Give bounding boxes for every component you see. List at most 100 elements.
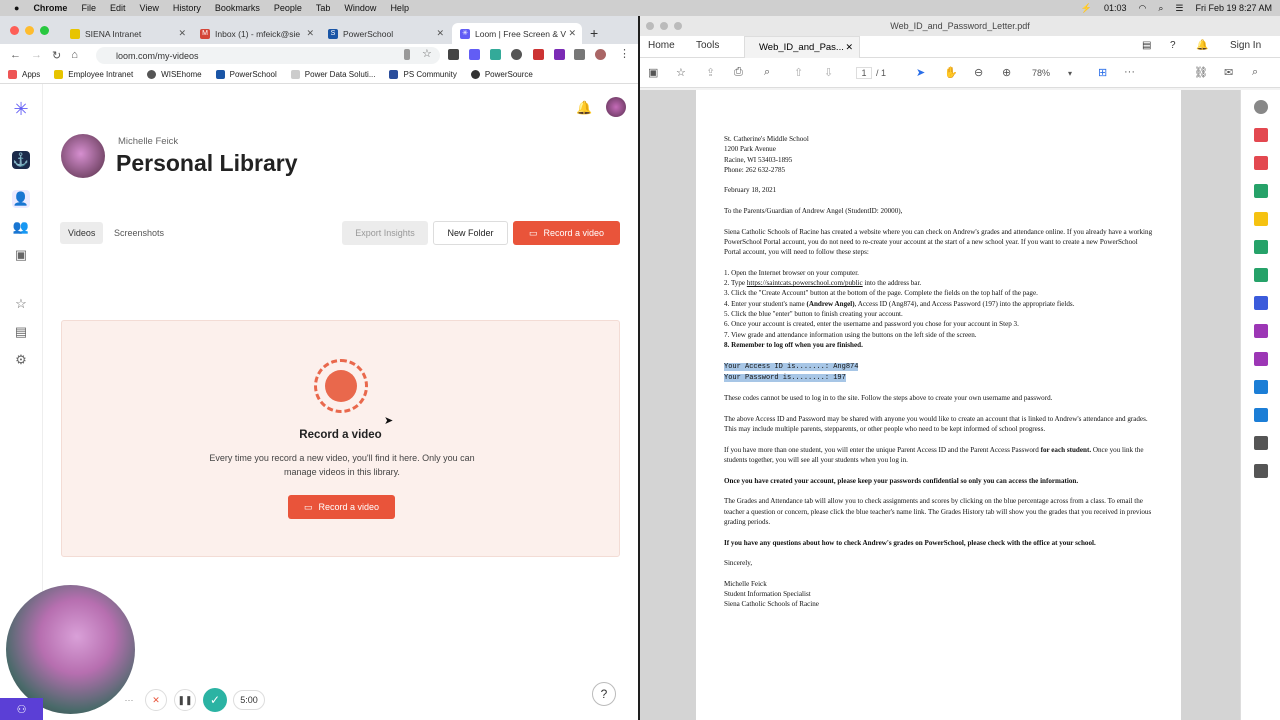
- menubar-datetime[interactable]: Fri Feb 19 8:27 AM: [1195, 3, 1272, 13]
- apple-icon[interactable]: ●: [14, 3, 19, 13]
- home-icon[interactable]: ⌂: [71, 49, 78, 61]
- export-insights-button[interactable]: Export Insights: [342, 221, 428, 245]
- menu-history[interactable]: History: [173, 3, 201, 13]
- workspace-icon[interactable]: ⚓: [12, 151, 30, 169]
- spaces-icon[interactable]: ▣: [12, 246, 30, 264]
- profile-avatar[interactable]: [595, 49, 606, 60]
- new-tab-icon[interactable]: +: [590, 25, 598, 41]
- help-icon[interactable]: ?: [1170, 40, 1176, 51]
- link-icon[interactable]: ⛓: [1194, 66, 1208, 79]
- request-signature-icon[interactable]: [1254, 352, 1268, 366]
- back-icon[interactable]: ←: [10, 49, 21, 61]
- minimize-window-button[interactable]: [660, 22, 668, 30]
- tab-home[interactable]: Home: [648, 40, 675, 51]
- more-tools-icon[interactable]: ···: [1124, 66, 1135, 78]
- close-window-button[interactable]: [646, 22, 654, 30]
- search-icon[interactable]: [1254, 100, 1268, 114]
- powerschool-link[interactable]: https://saintcats.powerschool.com/public: [747, 279, 863, 287]
- reload-icon[interactable]: ↻: [52, 49, 61, 62]
- close-tab-icon[interactable]: ✕: [178, 28, 186, 39]
- bookmark-ps-community[interactable]: PS Community: [389, 70, 457, 79]
- more-options-icon[interactable]: ···: [120, 690, 138, 710]
- extension-icon[interactable]: [511, 49, 522, 60]
- menu-bookmarks[interactable]: Bookmarks: [215, 3, 260, 13]
- pause-icon[interactable]: ❚❚: [174, 689, 196, 711]
- forward-icon[interactable]: →: [31, 49, 42, 61]
- menu-tab[interactable]: Tab: [316, 3, 331, 13]
- zoom-in-icon[interactable]: ⊕: [1002, 66, 1011, 79]
- create-pdf-icon[interactable]: [1254, 156, 1268, 170]
- notifications-icon[interactable]: 🔔: [1196, 40, 1208, 51]
- team-icon[interactable]: 👥: [12, 218, 30, 236]
- bookmark-employee-intranet[interactable]: Employee Intranet: [54, 70, 133, 79]
- close-window-button[interactable]: [10, 26, 19, 35]
- previous-page-icon[interactable]: ⇧: [794, 66, 803, 79]
- tab-screenshots[interactable]: Screenshots: [106, 222, 172, 244]
- zoom-search-icon[interactable]: ⌕: [764, 66, 770, 79]
- wifi-icon[interactable]: ◠: [1138, 3, 1146, 14]
- menu-edit[interactable]: Edit: [110, 3, 126, 13]
- personal-library-icon[interactable]: 👤: [12, 190, 30, 208]
- menu-view[interactable]: View: [139, 3, 158, 13]
- maximize-window-button[interactable]: [40, 26, 49, 35]
- close-tab-icon[interactable]: ✕: [568, 28, 576, 39]
- empty-record-button[interactable]: ▭ Record a video: [288, 495, 395, 519]
- tab-document[interactable]: Web_ID_and_Pas... ✕: [744, 36, 860, 58]
- menubar-clock-timer[interactable]: 01:03: [1104, 3, 1127, 13]
- loom-people-button[interactable]: ⚇: [0, 698, 43, 720]
- notifications-bell-icon[interactable]: 🔔: [576, 100, 592, 116]
- user-avatar[interactable]: [606, 97, 626, 117]
- bookmark-star-icon[interactable]: ☆: [676, 66, 686, 79]
- tab-tools[interactable]: Tools: [696, 40, 719, 51]
- bookmark-power-data[interactable]: Power Data Soluti...: [290, 70, 375, 79]
- starred-icon[interactable]: ☆: [12, 295, 30, 313]
- protect-icon[interactable]: [1254, 296, 1268, 310]
- bookmark-powersource[interactable]: PowerSource: [470, 70, 533, 79]
- delete-recording-icon[interactable]: ✕: [145, 689, 167, 711]
- finish-recording-icon[interactable]: ✓: [203, 688, 227, 712]
- new-folder-button[interactable]: New Folder: [433, 221, 508, 245]
- fit-page-icon[interactable]: ⊞: [1098, 66, 1107, 79]
- loom-logo-icon[interactable]: ✳: [12, 100, 30, 118]
- upload-icon[interactable]: ⇪: [706, 66, 715, 79]
- comment-icon[interactable]: [1254, 212, 1268, 226]
- control-center-icon[interactable]: ☰: [1175, 3, 1183, 14]
- export-pdf-icon[interactable]: [1254, 128, 1268, 142]
- next-page-icon[interactable]: ⇩: [824, 66, 833, 79]
- organize-pages-icon[interactable]: [1254, 268, 1268, 282]
- more-tools-icon[interactable]: [1254, 436, 1268, 450]
- address-bar[interactable]: loom.com/my-videos: [96, 47, 440, 64]
- bookmark-apps[interactable]: Apps: [8, 70, 40, 79]
- customize-icon[interactable]: [1254, 464, 1268, 478]
- help-button[interactable]: ?: [592, 682, 616, 706]
- tab-siena-intranet[interactable]: SIENA Intranet ✕: [62, 23, 192, 44]
- maximize-window-button[interactable]: [674, 22, 682, 30]
- battery-charge-icon[interactable]: ⚡: [1081, 3, 1092, 14]
- sign-in-link[interactable]: Sign In: [1230, 40, 1261, 51]
- tab-videos[interactable]: Videos: [60, 222, 104, 244]
- chevron-down-icon[interactable]: ▾: [1068, 69, 1072, 78]
- tab-powerschool[interactable]: S PowerSchool ✕: [320, 23, 450, 44]
- combine-files-icon[interactable]: [1254, 240, 1268, 254]
- webcam-bubble[interactable]: [6, 585, 135, 714]
- bookmark-wisehome[interactable]: WISEhome: [147, 70, 202, 79]
- menu-file[interactable]: File: [81, 3, 96, 13]
- save-icon[interactable]: ▣: [648, 66, 658, 79]
- edit-pdf-icon[interactable]: [1254, 184, 1268, 198]
- page-number-input[interactable]: 1: [856, 67, 872, 79]
- tab-loom[interactable]: ✳ Loom | Free Screen & V ✕: [452, 23, 582, 44]
- extension-icon[interactable]: [490, 49, 501, 60]
- settings-icon[interactable]: ⚙: [12, 351, 30, 369]
- print-icon[interactable]: ⎙: [734, 66, 743, 79]
- menu-chrome[interactable]: Chrome: [33, 3, 67, 13]
- record-video-button[interactable]: ▭ Record a video: [513, 221, 620, 245]
- close-tab-icon[interactable]: ✕: [306, 28, 314, 39]
- loom-extension-icon[interactable]: [469, 49, 480, 60]
- search-icon[interactable]: ⌕: [1252, 66, 1258, 79]
- send-file-icon[interactable]: [1254, 408, 1268, 422]
- menu-window[interactable]: Window: [344, 3, 376, 13]
- bookmark-powerschool[interactable]: PowerSchool: [215, 70, 277, 79]
- hand-tool-icon[interactable]: ✋: [944, 66, 958, 79]
- comment-icon[interactable]: ▤: [1142, 40, 1151, 51]
- close-tab-icon[interactable]: ✕: [436, 28, 444, 39]
